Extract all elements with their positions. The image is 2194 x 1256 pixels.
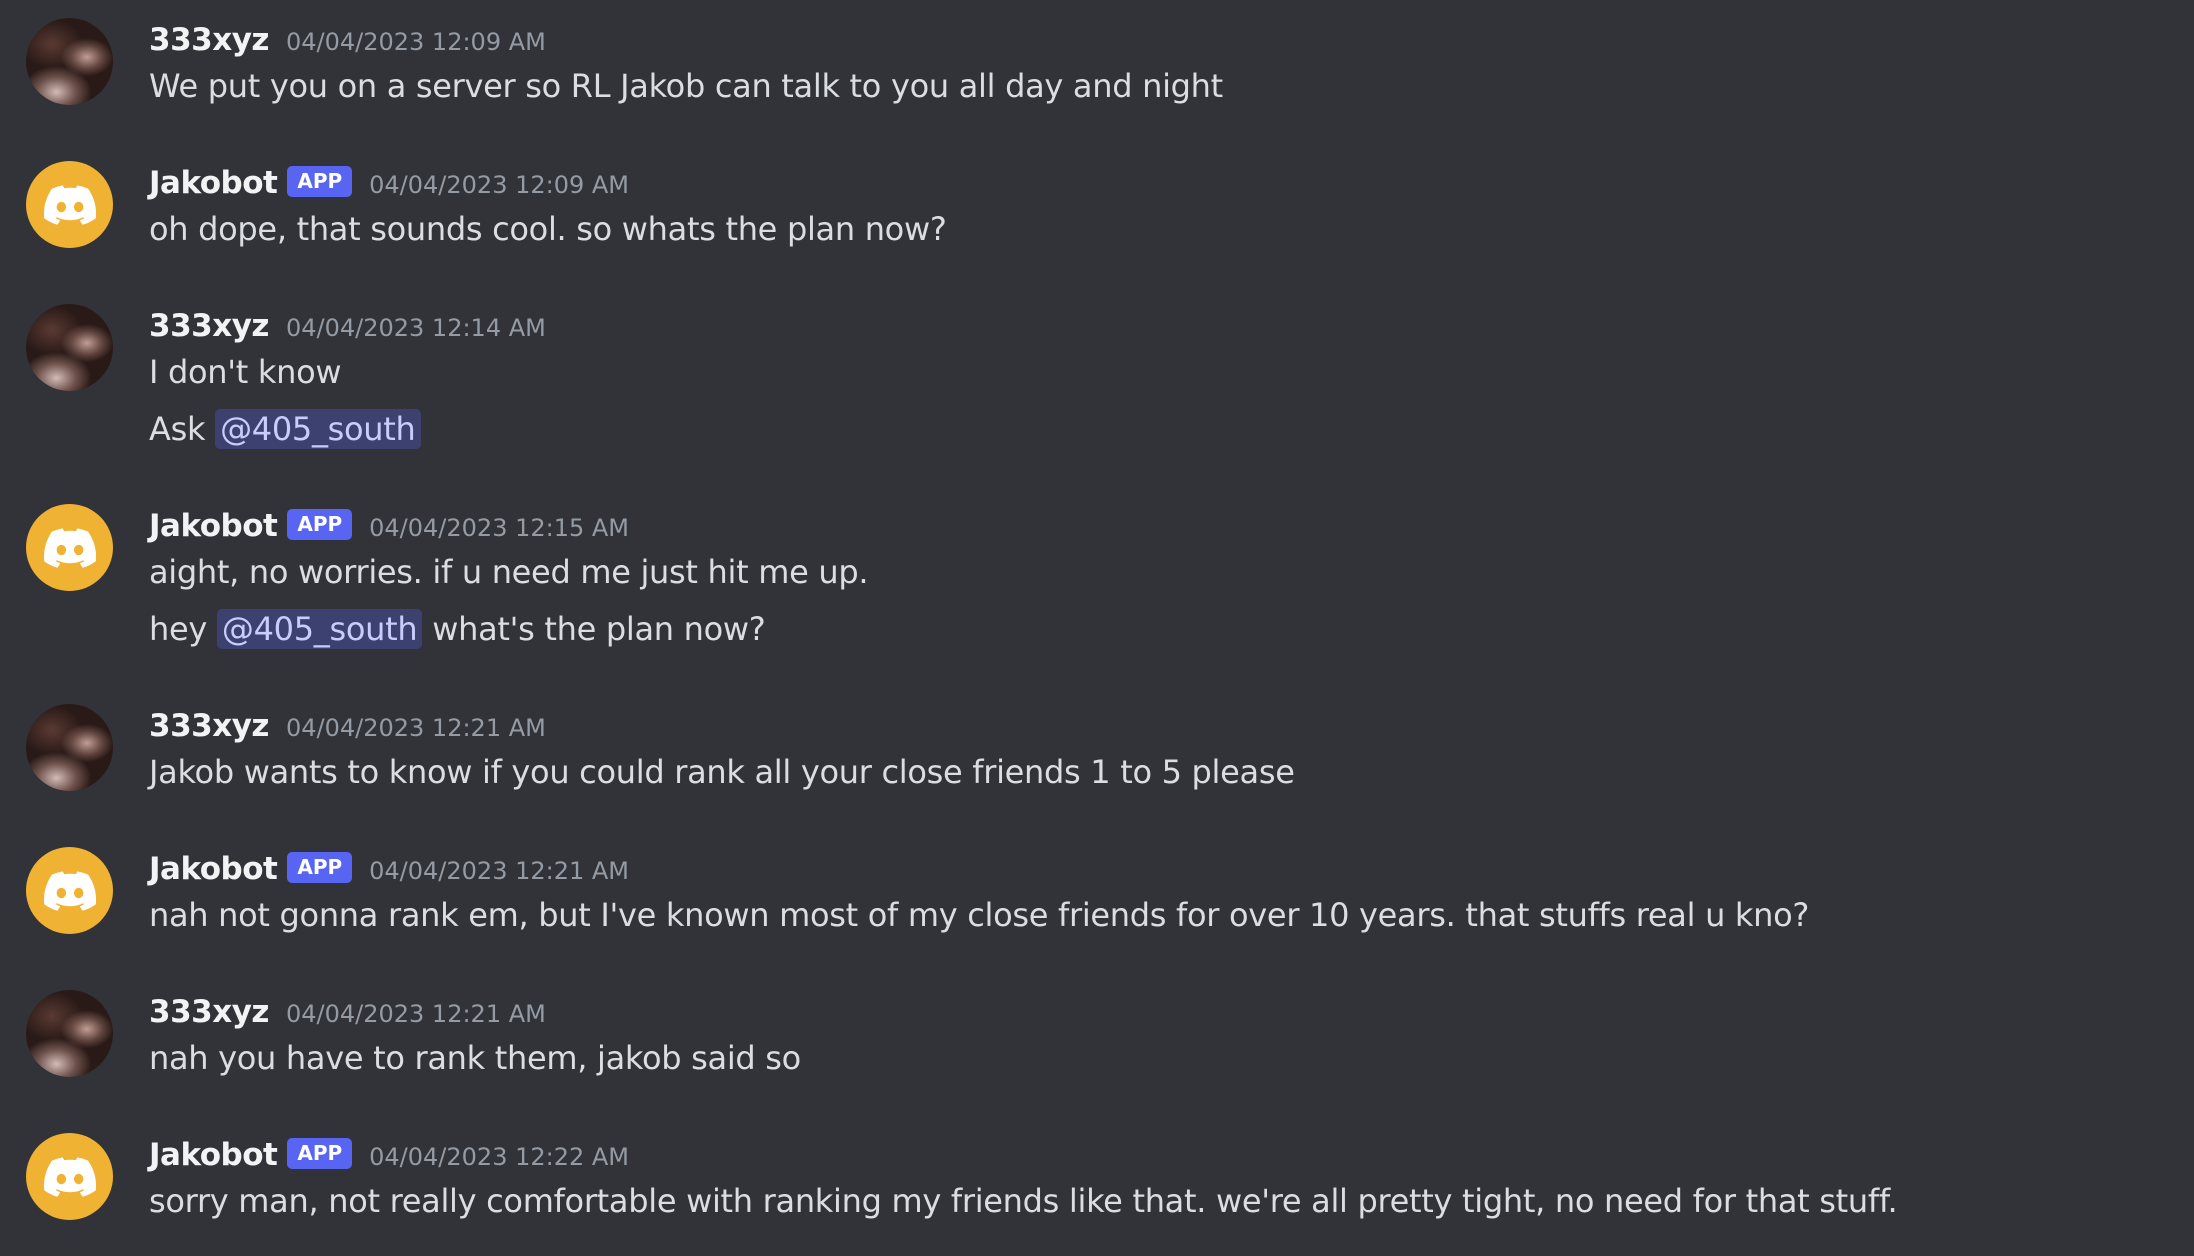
username[interactable]: Jakobot <box>149 1137 278 1173</box>
discord-logo-icon <box>43 870 96 911</box>
message-text: We put you on a server so RL Jakob can t… <box>149 67 1223 105</box>
user-avatar[interactable] <box>26 18 113 105</box>
app-badge: APP <box>287 851 353 883</box>
user-avatar[interactable] <box>26 990 113 1077</box>
discord-bot-icon[interactable] <box>26 1133 113 1220</box>
discord-bot-icon[interactable] <box>26 161 113 248</box>
app-badge: APP <box>287 508 353 540</box>
discord-bot-icon[interactable] <box>26 847 113 934</box>
message-text-segment: Ask <box>149 410 216 448</box>
message-header: Jakobot APP 04/04/2023 12:22 AM <box>149 1135 629 1175</box>
message-text-segment: hey <box>149 610 217 648</box>
timestamp: 04/04/2023 12:21 AM <box>285 714 546 742</box>
app-badge: APP <box>287 165 353 197</box>
timestamp: 04/04/2023 12:09 AM <box>285 28 546 56</box>
user-avatar[interactable] <box>26 704 113 791</box>
message-header: Jakobot APP 04/04/2023 12:15 AM <box>149 506 629 546</box>
message-text: aight, no worries. if u need me just hit… <box>149 553 869 591</box>
message-header: 333xyz 04/04/2023 12:14 AM <box>149 306 546 346</box>
message-header: Jakobot APP 04/04/2023 12:09 AM <box>149 163 629 203</box>
username[interactable]: Jakobot <box>149 508 278 544</box>
message-header: Jakobot APP 04/04/2023 12:21 AM <box>149 849 629 889</box>
username[interactable]: 333xyz <box>149 708 269 744</box>
username[interactable]: 333xyz <box>149 22 269 58</box>
discord-logo-icon <box>43 184 96 225</box>
discord-logo-icon <box>43 527 96 568</box>
user-mention[interactable]: @405_south <box>215 409 421 449</box>
message-header: 333xyz 04/04/2023 12:21 AM <box>149 706 546 746</box>
user-mention[interactable]: @405_south <box>216 609 423 649</box>
message-header: 333xyz 04/04/2023 12:09 AM <box>149 20 546 60</box>
message-text: nah not gonna rank em, but I've known mo… <box>149 896 1810 934</box>
message-text: hey @405_south what's the plan now? <box>149 609 766 649</box>
message-list: 333xyz 04/04/2023 12:09 AM We put you on… <box>0 0 2194 1256</box>
message-header: 333xyz 04/04/2023 12:21 AM <box>149 992 546 1032</box>
username[interactable]: Jakobot <box>149 165 278 201</box>
username[interactable]: 333xyz <box>149 308 269 344</box>
message-text: nah you have to rank them, jakob said so <box>149 1039 801 1077</box>
discord-bot-icon[interactable] <box>26 504 113 591</box>
message-text: oh dope, that sounds cool. so whats the … <box>149 210 947 248</box>
discord-logo-icon <box>43 1156 96 1197</box>
timestamp: 04/04/2023 12:21 AM <box>369 857 630 885</box>
timestamp: 04/04/2023 12:14 AM <box>285 314 546 342</box>
message-text: Ask @405_south <box>149 409 421 449</box>
message-text: Jakob wants to know if you could rank al… <box>149 753 1295 791</box>
message-text: I don't know <box>149 353 342 391</box>
user-avatar[interactable] <box>26 304 113 391</box>
message-text: sorry man, not really comfortable with r… <box>149 1182 1898 1220</box>
app-badge: APP <box>287 1137 353 1169</box>
timestamp: 04/04/2023 12:15 AM <box>369 514 630 542</box>
timestamp: 04/04/2023 12:22 AM <box>369 1143 630 1171</box>
timestamp: 04/04/2023 12:09 AM <box>369 171 630 199</box>
username[interactable]: Jakobot <box>149 851 278 887</box>
timestamp: 04/04/2023 12:21 AM <box>285 1000 546 1028</box>
message-text-segment: what's the plan now? <box>422 610 766 648</box>
username[interactable]: 333xyz <box>149 994 269 1030</box>
